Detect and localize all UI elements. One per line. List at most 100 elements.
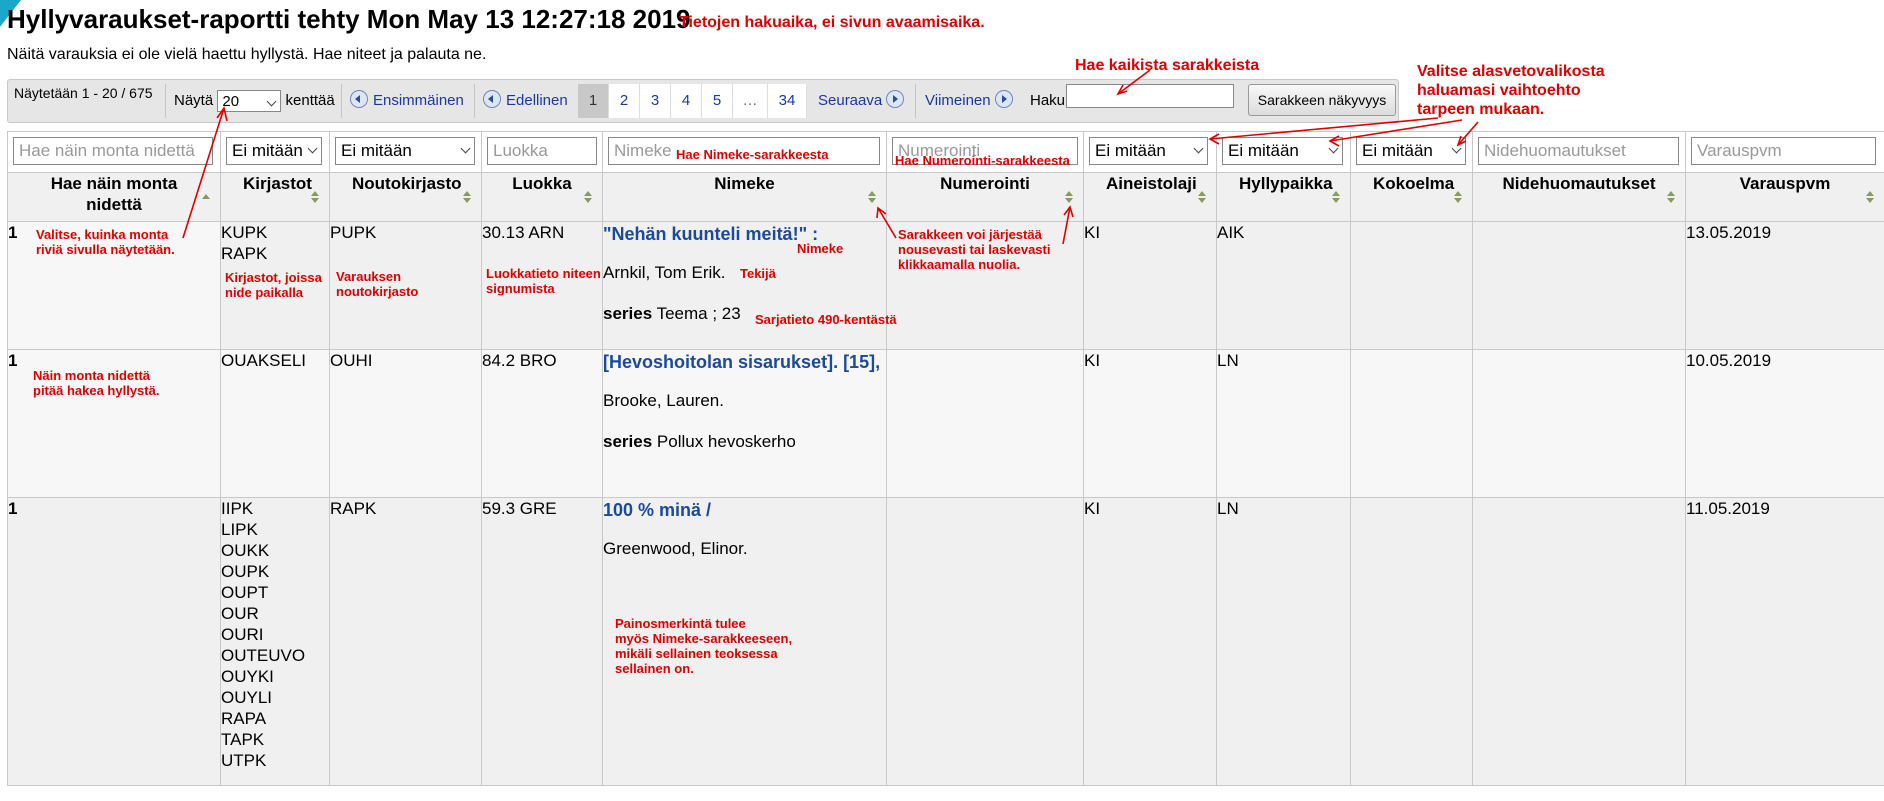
date-cell: 11.05.2019 <box>1685 497 1884 786</box>
header-notes[interactable]: Nidehuomautukset <box>1472 172 1686 222</box>
filter-date-input[interactable]: Varauspvm <box>1691 137 1876 165</box>
annotation-sort: Sarakkeen voi järjestää nousevasti tai la… <box>898 227 1051 272</box>
page-4[interactable]: 4 <box>671 84 702 118</box>
library-item: OURI <box>221 625 264 644</box>
page-1[interactable]: 1 <box>578 84 609 118</box>
library-item: OUTEUVO <box>221 646 306 665</box>
page-5[interactable]: 5 <box>702 84 733 118</box>
annotation-title-search: Hae Nimeke-sarakkeesta <box>676 147 829 162</box>
series-text: series Pollux hevoskerho <box>603 432 796 451</box>
itemtype-cell: KI <box>1083 221 1217 350</box>
annotation-rows-per-page: Valitse, kuinka monta riviä sivulla näyte… <box>36 227 175 257</box>
filter-itemtype-select[interactable]: Ei mitään <box>1089 137 1208 165</box>
count-cell: 1 <box>8 351 18 370</box>
page-subtitle: Näitä varauksia ei ole vielä haettu hyll… <box>7 46 487 63</box>
title-annotation: Tietojen hakuaika, ei sivun avaamisaika. <box>679 14 985 31</box>
title-link[interactable]: 100 % minä / <box>603 498 886 522</box>
numbering-cell <box>886 349 1084 498</box>
last-page-button[interactable]: Viimeinen <box>925 80 1018 122</box>
pickup-cell: RAPK <box>329 497 482 786</box>
itemtype-cell: KI <box>1083 349 1217 498</box>
notes-cell <box>1472 221 1686 350</box>
showing-info: Näytetään 1 - 20 / 675 <box>14 85 153 101</box>
location-cell: LN <box>1216 349 1351 498</box>
annotation-title: Nimeke <box>797 241 844 256</box>
pickup-cell: OUHI <box>329 349 482 498</box>
header-location[interactable]: Hyllypaikka <box>1216 172 1351 222</box>
header-libraries[interactable]: Kirjastot <box>220 172 330 222</box>
header-pickup[interactable]: Noutokirjasto <box>329 172 482 222</box>
sort-icon[interactable] <box>584 191 592 203</box>
library-item: UTPK <box>221 751 267 770</box>
page-2[interactable]: 2 <box>609 84 640 118</box>
search-input[interactable] <box>1066 84 1234 108</box>
page-3[interactable]: 3 <box>640 84 671 118</box>
last-page-icon <box>994 90 1013 108</box>
filter-libraries-select[interactable]: Ei mitään <box>226 137 322 165</box>
filter-pickup-select[interactable]: Ei mitään <box>335 137 475 165</box>
filter-count-input[interactable]: Hae näin monta nidettä <box>13 137 213 165</box>
show-suffix: kenttää <box>285 92 335 109</box>
date-cell: 10.05.2019 <box>1685 349 1884 498</box>
class-cell: 59.3 GRE <box>481 497 603 786</box>
annotation-series: Sarjatieto 490-kentästä <box>755 312 897 327</box>
first-page-button[interactable]: Ensimmäinen <box>350 80 464 122</box>
title-link[interactable]: [Hevoshoitolan sisarukset]. [15], <box>603 350 886 374</box>
library-item: OUKK <box>221 541 270 560</box>
sort-icon[interactable] <box>1866 191 1874 203</box>
sort-icon[interactable] <box>868 191 876 203</box>
collection-cell <box>1350 221 1473 350</box>
sort-icon[interactable] <box>1198 191 1206 203</box>
header-class[interactable]: Luokka <box>481 172 603 222</box>
column-visibility-button[interactable]: Sarakkeen näkyvyys <box>1248 84 1396 116</box>
library-item: OUPK <box>221 562 270 581</box>
title-link[interactable]: "Nehän kuunteli meitä!" : <box>603 222 886 246</box>
annotation-dropdown: Valitse alasvetovalikosta haluamasi vaiht… <box>1417 63 1605 118</box>
filter-collection-select[interactable]: Ei mitään <box>1356 137 1466 165</box>
sort-icon[interactable] <box>1454 191 1462 203</box>
header-row: Hae näin monta nidettä Kirjastot Noutoki… <box>7 172 1884 222</box>
numbering-cell <box>886 497 1084 786</box>
header-itemtype[interactable]: Aineistolaji <box>1083 172 1217 222</box>
search-label: Haku: <box>1030 92 1070 109</box>
header-count[interactable]: Hae näin monta nidettä <box>7 172 221 222</box>
class-cell: 84.2 BRO <box>481 349 603 498</box>
annotation-edition: Painosmerkintä tulee myös Nimeke-sarakkee… <box>615 616 793 676</box>
next-page-button[interactable]: Seuraava <box>818 80 909 122</box>
filter-class-input[interactable]: Luokka <box>487 137 597 165</box>
header-date[interactable]: Varauspvm <box>1685 172 1884 222</box>
header-collection[interactable]: Kokoelma <box>1350 172 1473 222</box>
table-row: 1 IIPK LIPK OUKK OUPK OUPT OUR OURI OUTE… <box>7 497 1884 786</box>
annotation-pickup: Varauksen noutokirjasto <box>336 269 419 299</box>
page-34[interactable]: 34 <box>768 84 807 118</box>
library-item: OUAKSELI <box>221 351 307 370</box>
count-cell: 1 <box>8 223 18 242</box>
page-title: Hyllyvaraukset-raportti tehty Mon May 13… <box>7 4 691 34</box>
annotation-author: Tekijä <box>740 266 776 281</box>
notes-cell <box>1472 497 1686 786</box>
library-item: TAPK <box>221 730 265 749</box>
rows-per-page-select[interactable]: 20 <box>217 90 282 113</box>
library-item: RAPK <box>221 244 268 263</box>
page-ellipsis: … <box>733 84 768 118</box>
library-item: RAPA <box>221 709 267 728</box>
library-item: LIPK <box>221 520 258 539</box>
itemtype-cell: KI <box>1083 497 1217 786</box>
sort-asc-icon[interactable] <box>202 191 210 203</box>
count-cell: 1 <box>8 499 18 518</box>
date-cell: 13.05.2019 <box>1685 221 1884 350</box>
sort-icon[interactable] <box>463 191 471 203</box>
sort-icon[interactable] <box>1332 191 1340 203</box>
sort-icon[interactable] <box>311 191 319 203</box>
collection-cell <box>1350 497 1473 786</box>
annotation-count: Näin monta nidettä pitää hakea hyllystä. <box>33 368 160 398</box>
filter-notes-input[interactable]: Nidehuomautukset <box>1478 137 1679 165</box>
library-item: OUYKI <box>221 667 274 686</box>
sort-icon[interactable] <box>1667 191 1675 203</box>
header-numbering[interactable]: Numerointi <box>886 172 1084 222</box>
show-label: Näytä <box>174 92 214 109</box>
previous-page-button[interactable]: Edellinen <box>483 80 568 122</box>
sort-icon[interactable] <box>1065 191 1073 203</box>
header-title[interactable]: Nimeke <box>602 172 887 222</box>
filter-location-select[interactable]: Ei mitään <box>1222 137 1343 165</box>
